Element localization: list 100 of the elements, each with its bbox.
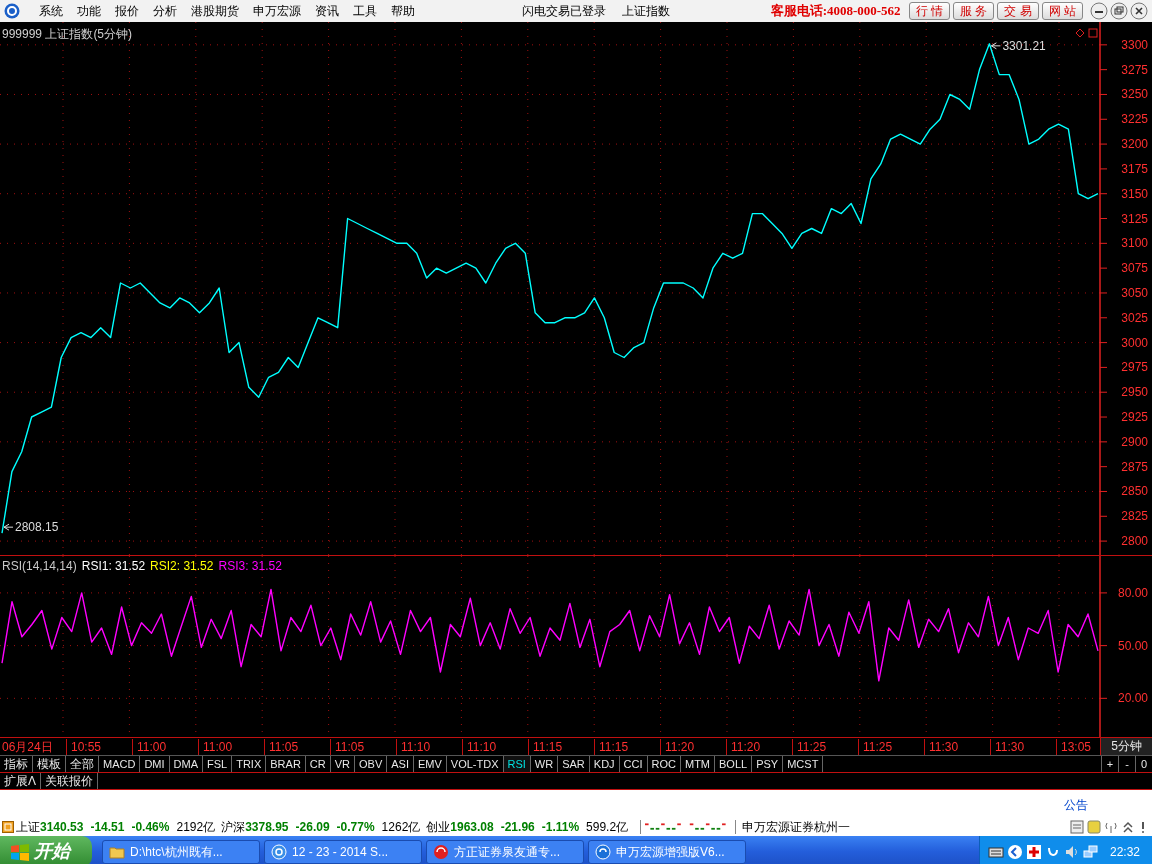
menu-item[interactable]: 报价 [108,2,146,20]
time-label: 11:30 [924,738,990,755]
taskbar-button[interactable]: D:\htc\杭州既有... [102,839,260,864]
axis-label: 3250 [1121,87,1148,102]
axis-label: 20.00 [1117,691,1148,706]
index-name: 创业 [426,818,451,836]
app-logo-icon [4,3,20,19]
index-name[interactable]: 上证指数 [622,2,670,20]
index-value: 3140.53 [40,818,84,836]
index-name: 沪深 [221,818,246,836]
annotation: 2808.15 [15,520,59,535]
restore-icon[interactable] [1110,2,1128,20]
axis-label: 50.00 [1117,638,1148,653]
menu-item[interactable]: 港股期货 [184,2,246,20]
menu-item[interactable]: 工具 [346,2,384,20]
axis-label: 3050 [1121,285,1148,300]
axis-label: 3200 [1121,137,1148,152]
taskbar-button[interactable]: 12 - 23 - 2014 S... [264,839,422,864]
time-label: 11:15 [594,738,660,755]
index-value: 1963.08 [450,818,494,836]
legend-value: RSI2: 31.52 [150,558,214,575]
broker-name: 申万宏源证券杭州一 [742,818,851,836]
legend-value: RSI3: 31.52 [218,558,282,575]
axis-label: 2850 [1121,484,1148,499]
time-label: 11:25 [858,738,924,755]
time-label: 11:10 [462,738,528,755]
time-label: 11:25 [792,738,858,755]
annotation: 3301.21 [1002,38,1047,53]
nav-button[interactable]: 服 务 [952,2,995,20]
time-label: 11:05 [330,738,396,755]
browser-icon [271,843,287,860]
time-label: 11:20 [660,738,726,755]
clock: 22:32 [1109,843,1140,861]
chart-title: 999999 上证指数(5分钟) [2,26,133,43]
index-name: 上证 [16,818,40,836]
index-amount: 1262亿 [381,818,421,836]
chevron-left-icon[interactable] [1006,843,1023,860]
index-change: -14.51 [90,818,125,836]
axis-label: 3175 [1121,161,1148,176]
price-annotation: 3301.21 [990,38,1046,53]
taskbar-button[interactable]: 方正证券泉友通专... [426,839,584,864]
axis-label: 2800 [1121,534,1148,549]
time-label: 11:30 [990,738,1056,755]
notice-link[interactable]: 公告 [1064,796,1088,814]
axis-label: 2900 [1121,434,1148,449]
menu-item[interactable]: 帮助 [384,2,422,20]
axis-label: 3075 [1121,261,1148,276]
menu-item[interactable]: 分析 [146,2,184,20]
network-icon[interactable] [1082,843,1099,860]
time-label: 10:55 [66,738,132,755]
close-icon[interactable] [1130,2,1148,20]
axis-label: 3150 [1121,186,1148,201]
menu-item[interactable]: 申万宏源 [246,2,308,20]
axis-label: 3025 [1121,310,1148,325]
axis-label: 80.00 [1117,585,1148,600]
signal-meter-icon [640,819,737,834]
axis-label: 2925 [1121,410,1148,425]
axis-label: 3000 [1121,335,1148,350]
indicator-tab[interactable]: RSI [503,756,531,772]
time-label: 11:05 [264,738,330,755]
index-percent: -0.77% [336,818,375,836]
axis-label: 3225 [1121,112,1148,127]
hotline-text: 客服电话:4008-000-562 [770,2,901,21]
axis-label: 3275 [1121,62,1148,77]
axis-label: 2875 [1121,459,1148,474]
keyboard-icon[interactable] [987,844,1004,859]
legend-value: RSI1: 31.52 [81,558,146,575]
nav-button[interactable]: 行 情 [908,2,950,20]
swirl-icon [433,843,449,860]
minimize-icon[interactable] [1090,2,1108,20]
time-label: 11:10 [396,738,462,755]
app-icon [595,843,611,860]
first-aid-icon[interactable] [1025,843,1042,860]
axis-label: 3125 [1121,211,1148,226]
time-label: 11:15 [528,738,594,755]
extra-tab[interactable]: 关联报价 [41,773,98,789]
index-amount: 599.2亿 [586,818,629,836]
windows-logo-icon [10,842,30,861]
taskbar-button[interactable]: 申万宏源增强版V6... [588,839,746,864]
index-value: 3378.95 [245,818,289,836]
time-label: 11:20 [726,738,792,755]
axis-label: 2975 [1121,360,1148,375]
index-change: -21.96 [500,818,535,836]
axis-label: 2825 [1121,509,1148,524]
period-label[interactable]: 5分钟 [1100,738,1152,755]
nav-button[interactable]: 交 易 [997,2,1039,20]
index-percent: -1.11% [541,818,580,836]
menu-item[interactable]: 资讯 [308,2,346,20]
axis-label: 2950 [1121,385,1148,400]
menu-item[interactable]: 系统 [32,2,70,20]
up-arrows-icon[interactable] [1121,819,1135,834]
extra-tab[interactable]: 扩展Λ [0,773,41,789]
axis-label: 3300 [1121,37,1148,52]
index-amount: 2192亿 [176,818,216,836]
price-annotation: 2808.15 [3,520,59,535]
nav-button[interactable]: 网 站 [1041,2,1083,20]
menu-item[interactable]: 功能 [70,2,108,20]
time-label: 06月24日 [1,738,54,755]
window-icon[interactable] [1088,28,1098,38]
diamond-icon[interactable] [1075,28,1085,38]
